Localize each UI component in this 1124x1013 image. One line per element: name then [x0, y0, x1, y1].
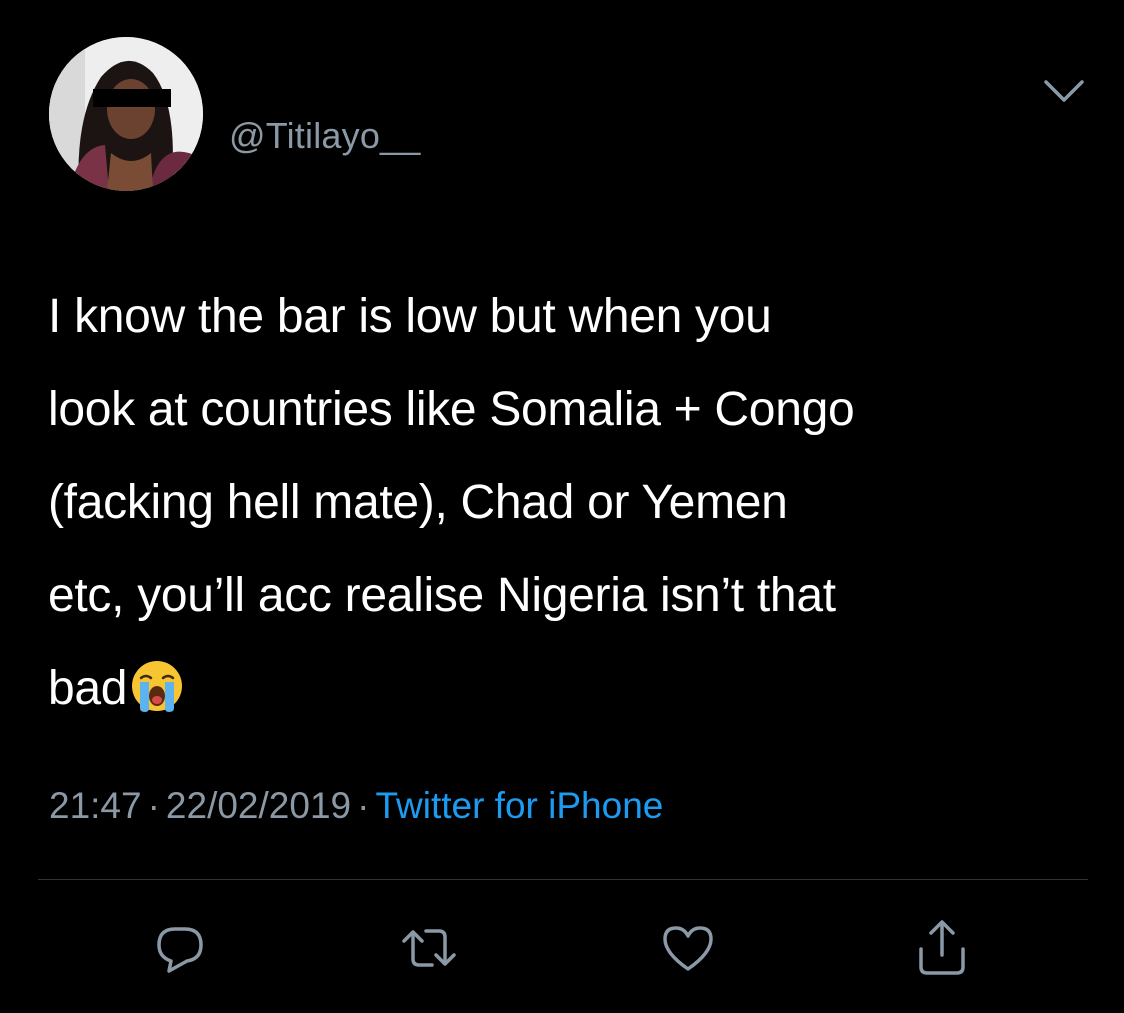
loudly-crying-face-icon [129, 652, 185, 712]
reply-icon [157, 927, 203, 973]
tweet-text-word: bad [48, 662, 128, 715]
author-handle[interactable]: @Titilayo__ [229, 114, 420, 158]
meta-separator: · [357, 785, 370, 826]
tweet-detail: @Titilayo__ I know the bar is low but wh… [0, 0, 1124, 1013]
avatar[interactable] [49, 37, 203, 191]
divider [38, 879, 1088, 880]
avatar-image [49, 37, 203, 191]
tweet-text-line: look at countries like Somalia + Congo [48, 383, 855, 436]
tweet-text: I know the bar is low but when you look … [48, 270, 1088, 735]
like-button[interactable] [656, 916, 720, 980]
chevron-down-icon[interactable] [1043, 78, 1085, 104]
tweet-time: 21:47 [49, 785, 142, 826]
share-button[interactable] [910, 916, 974, 980]
tweet-metadata: 21:47 · 22/02/2019 · Twitter for iPhone [49, 782, 663, 830]
tweet-text-line: I know the bar is low but when you [48, 290, 772, 343]
reply-button[interactable] [148, 916, 212, 980]
tweet-text-line-last: bad [48, 642, 1088, 735]
share-icon [919, 920, 965, 975]
retweet-button[interactable] [397, 916, 461, 980]
tweet-date: 22/02/2019 [165, 785, 352, 826]
tweet-text-line: (facking hell mate), Chad or Yemen [48, 476, 788, 529]
meta-separator: · [147, 785, 160, 826]
tweet-source-link[interactable]: Twitter for iPhone [375, 785, 663, 826]
retweet-icon [402, 929, 456, 967]
tweet-text-line: etc, you’ll acc realise Nigeria isn’t th… [48, 569, 836, 622]
heart-icon [663, 926, 713, 971]
